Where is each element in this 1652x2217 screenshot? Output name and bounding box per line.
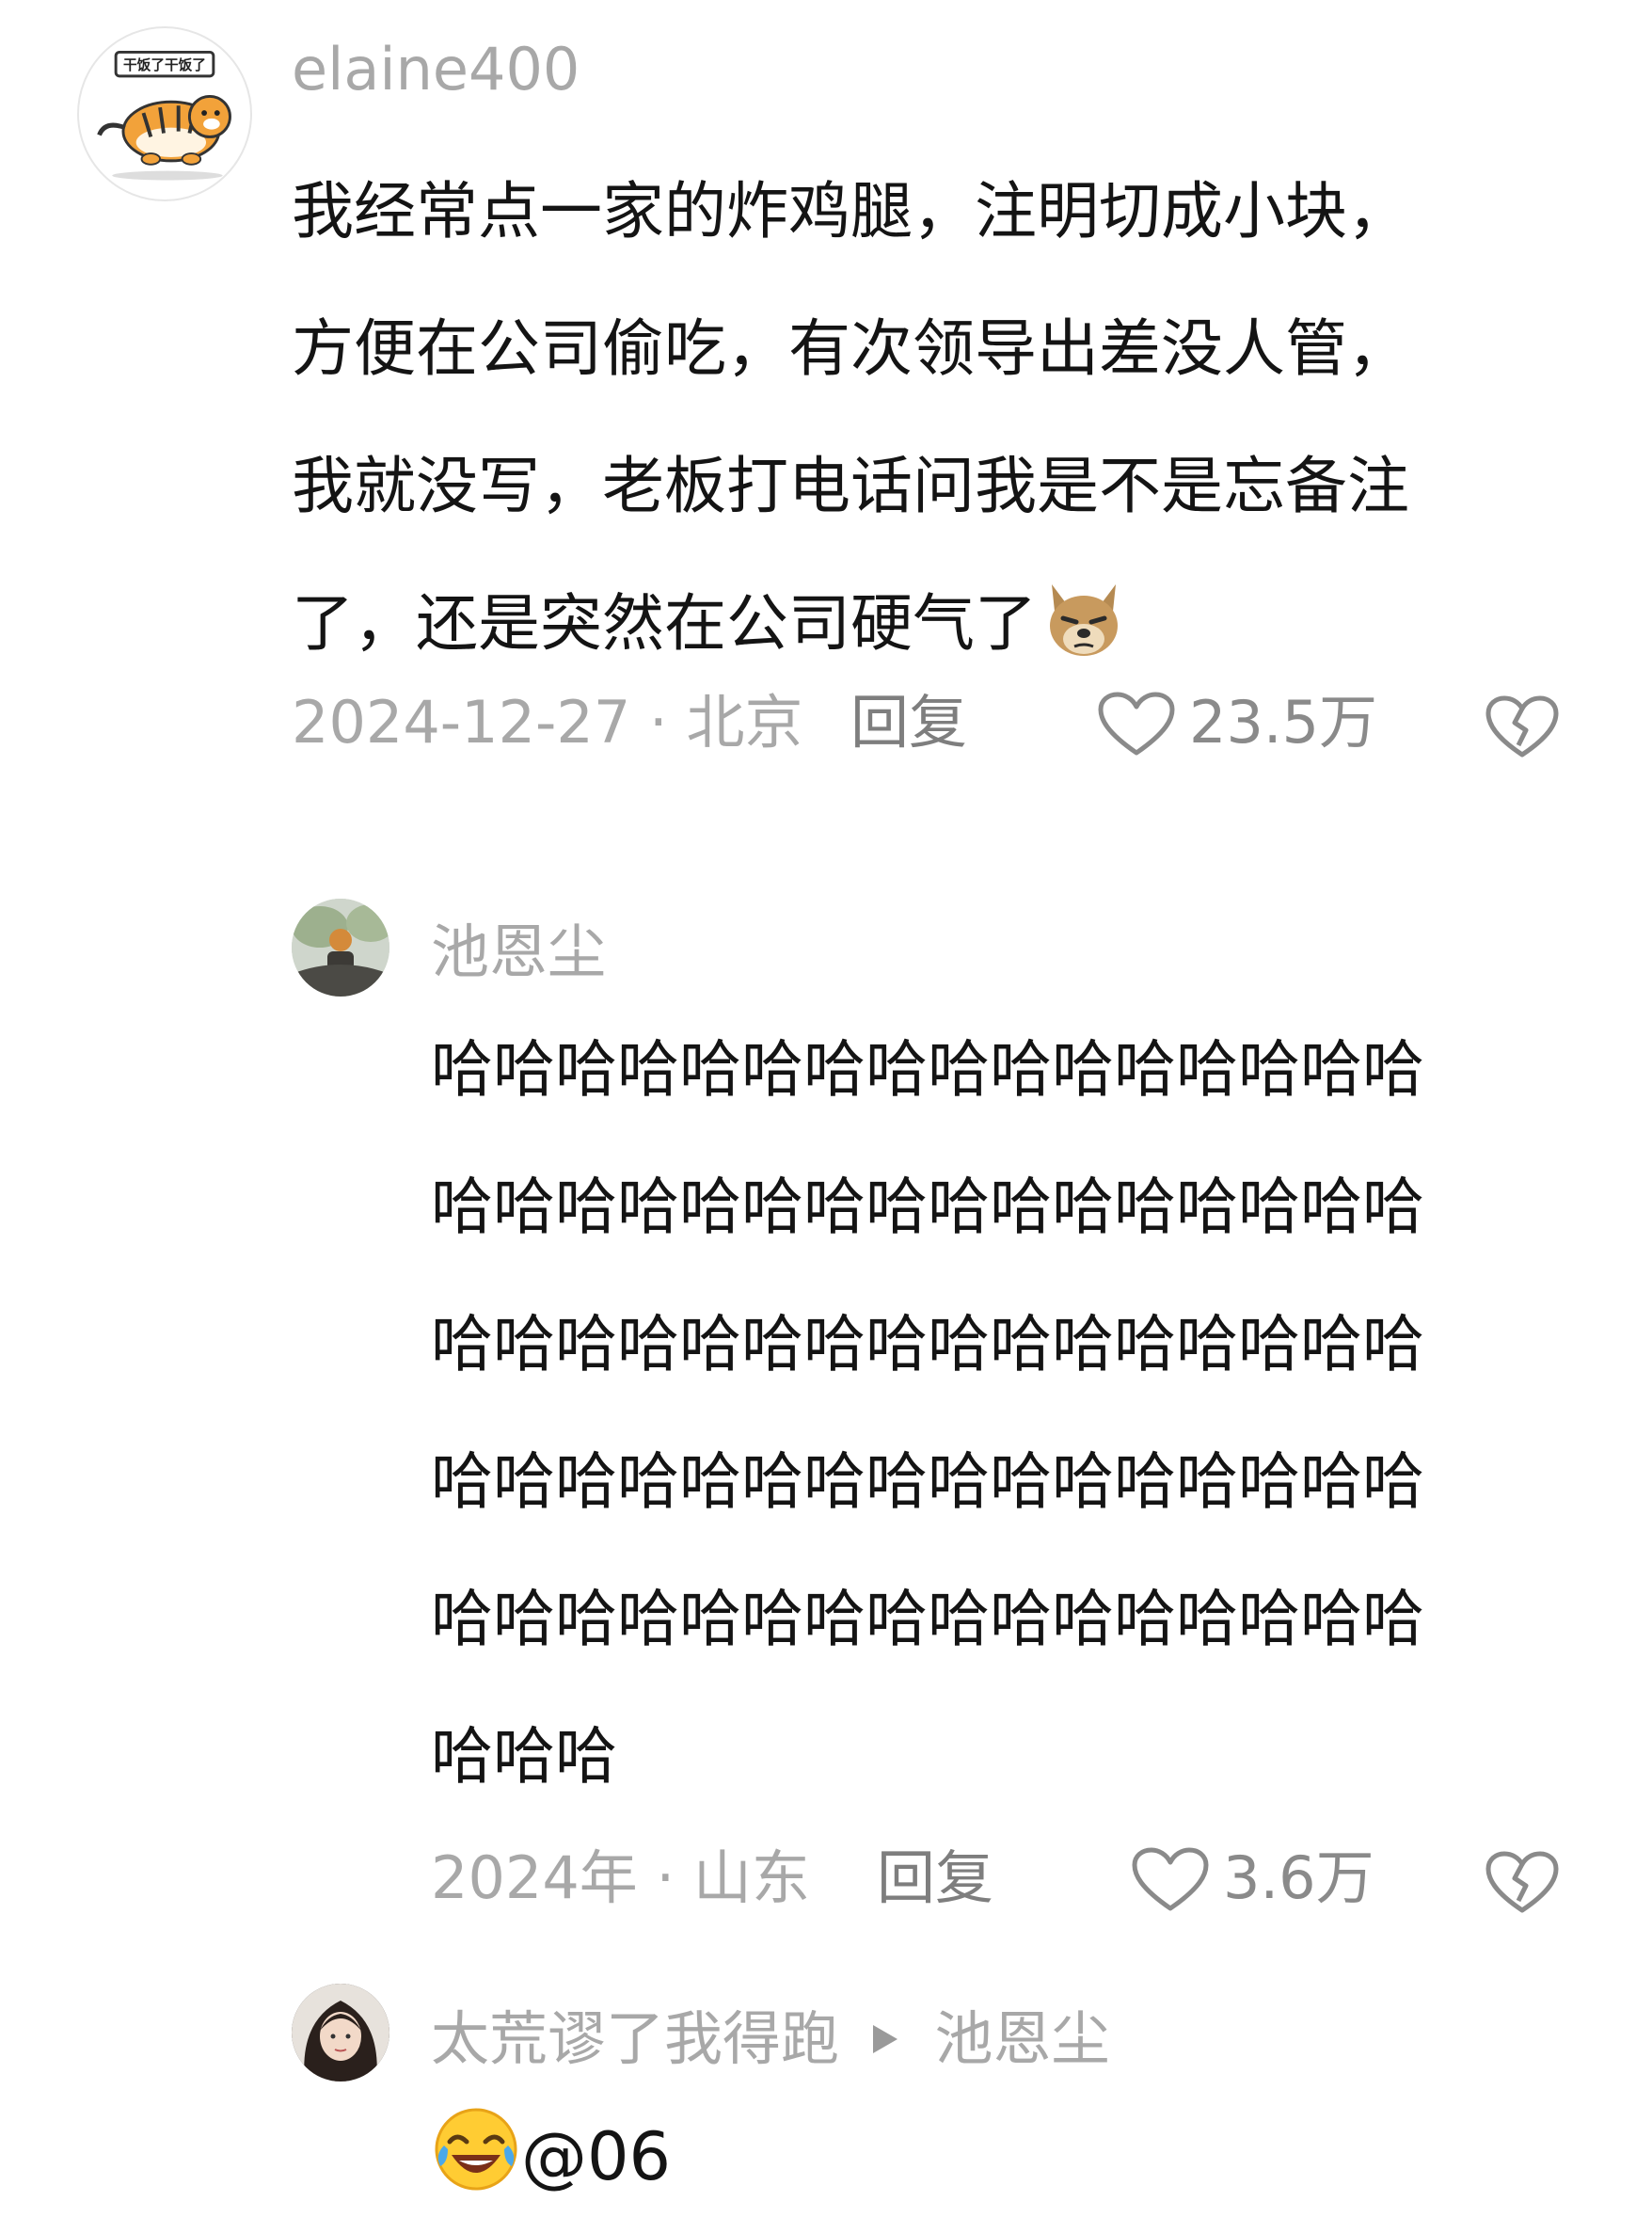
avatar-caption: 干饭了干饭了	[123, 56, 206, 73]
comment-line: 哈哈哈哈哈哈哈哈哈哈哈哈哈哈哈哈	[431, 1171, 1424, 1243]
comment-line: 哈哈哈哈哈哈哈哈哈哈哈哈哈哈哈哈	[431, 1445, 1424, 1518]
comment-meta: 2024年 · 山东 回复 3.6万	[431, 1841, 1571, 1916]
reply-button[interactable]: 回复	[877, 1841, 993, 1916]
reply-to-username[interactable]: 池恩尘	[934, 2004, 1109, 2073]
broken-heart-icon	[1485, 1851, 1559, 1913]
comment-line: 哈哈哈哈哈哈哈哈哈哈哈哈哈哈哈哈	[431, 1583, 1424, 1655]
heart-outline-icon	[1098, 692, 1175, 756]
comment-username[interactable]: 太荒谬了我得跑	[431, 2004, 839, 2073]
photo-avatar-icon	[292, 899, 389, 997]
tiger-sticker-avatar-icon: 干饭了干饭了	[97, 50, 231, 181]
comment-body: @06	[431, 2104, 671, 2217]
avatar[interactable]	[292, 1984, 389, 2081]
comment-line: 方便在公司偷吃，有次领导出差没人管，	[292, 312, 1409, 385]
comment-line: 我就没写，老板打电话问我是不是忘备注	[292, 450, 1409, 522]
comment-username[interactable]: elaine400	[292, 34, 580, 105]
comment-line: 我经常点一家的炸鸡腿，注明切成小块，	[292, 175, 1409, 247]
like-count: 3.6万	[1223, 1843, 1374, 1912]
comment-line: 哈哈哈哈哈哈哈哈哈哈哈哈哈哈哈哈	[431, 1033, 1424, 1106]
comment-line-text: 了，还是突然在公司硬气了	[292, 587, 1037, 660]
like-button[interactable]	[1131, 1846, 1210, 1914]
like-button[interactable]	[1097, 691, 1176, 758]
girl-photo-avatar-icon	[292, 1984, 389, 2081]
broken-heart-icon	[1485, 695, 1559, 758]
comment-body: 我经常点一家的炸鸡腿，注明切成小块， 方便在公司偷吃，有次领导出差没人管， 我就…	[292, 143, 1409, 710]
reply-header: 太荒谬了我得跑 池恩尘	[431, 2000, 1109, 2075]
comment-body: 哈哈哈哈哈哈哈哈哈哈哈哈哈哈哈哈 哈哈哈哈哈哈哈哈哈哈哈哈哈哈哈哈 哈哈哈哈哈哈…	[431, 1001, 1424, 1826]
comment-date-location: 2024-12-27 · 北京	[292, 688, 803, 757]
heart-outline-icon	[1132, 1847, 1209, 1911]
mention-text[interactable]: @06	[521, 2118, 671, 2195]
comment-line: 哈哈哈哈哈哈哈哈哈哈哈哈哈哈哈哈	[431, 1308, 1424, 1380]
avatar[interactable]: 干饭了干饭了	[77, 26, 252, 201]
dislike-button[interactable]	[1485, 1850, 1560, 1916]
comment-username[interactable]: 池恩尘	[431, 917, 606, 988]
like-count: 23.5万	[1189, 688, 1378, 757]
play-triangle-icon	[871, 2000, 899, 2071]
avatar[interactable]	[292, 899, 389, 997]
comment-date-location: 2024年 · 山东	[431, 1843, 810, 1912]
dislike-button[interactable]	[1485, 694, 1560, 760]
comment-line: 哈哈哈	[431, 1720, 617, 1793]
reply-button[interactable]: 回复	[850, 685, 967, 760]
comment-meta: 2024-12-27 · 北京 回复 23.5万	[292, 685, 1571, 760]
laughing-crying-emoji-icon	[431, 2104, 521, 2217]
